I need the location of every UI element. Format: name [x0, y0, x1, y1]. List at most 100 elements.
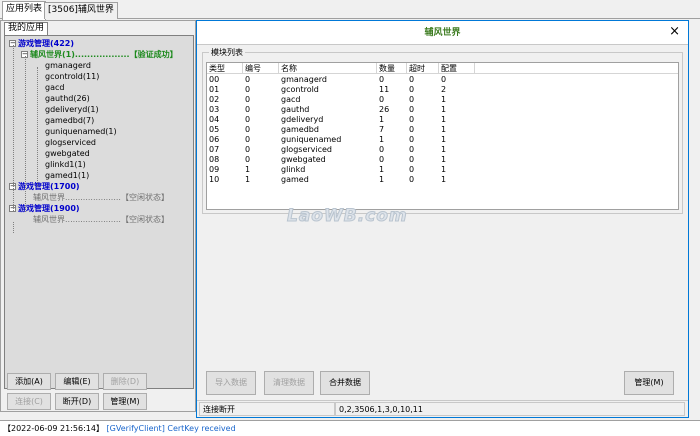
module-cell: 0 [379, 75, 385, 84]
panel-header: 辅风世界 × [197, 21, 688, 45]
module-cell: 7 [379, 125, 385, 134]
tree-module-node[interactable]: gacd [45, 82, 64, 93]
disconnect-button[interactable]: 断开(D) [55, 393, 99, 410]
module-row[interactable]: 05 0 gamedbd 7 0 1 [207, 125, 678, 135]
module-row[interactable]: 08 0 gwebgated 0 0 1 [207, 155, 678, 165]
edit-button[interactable]: 编辑(E) [55, 373, 99, 390]
column-header[interactable]: 类型 [207, 63, 243, 74]
column-header[interactable]: 编号 [243, 63, 279, 74]
import-data-button[interactable]: 导入数据 [206, 371, 256, 395]
module-cell: 0 [409, 175, 415, 184]
log-bar: 【2022-06-09 21:56:14】 [GVerifyClient] Ce… [0, 420, 700, 436]
module-row[interactable]: 09 1 glinkd 1 0 1 [207, 165, 678, 175]
module-cell: 0 [409, 115, 415, 124]
tree-module-node[interactable]: gcontrold(11) [45, 71, 99, 82]
panel-manage-button[interactable]: 管理(M) [624, 371, 674, 395]
module-list-group: 模块列表 类型 编号 名称 数量 超时 配置 00 0 gmanagerd 0 0 0 01 0 gcon… [202, 47, 683, 214]
add-button[interactable]: 添加(A) [7, 373, 51, 390]
merge-data-button[interactable]: 合并数据 [320, 371, 370, 395]
tree-node-label: 辅风世界......................【空闲状态】 [33, 193, 169, 202]
module-cell: glogserviced [281, 145, 333, 154]
tree-module-node[interactable]: guniquenamed(1) [45, 126, 117, 137]
tree-node-label: gdeliveryd(1) [45, 105, 99, 114]
connect-button[interactable]: 连接(C) [7, 393, 51, 410]
module-cell: 10 [209, 175, 220, 184]
tree-module-node[interactable]: glinkd1(1) [45, 159, 86, 170]
tree-node-label: glinkd1(1) [45, 160, 86, 169]
tree-group-node[interactable]: − 游戏管理(1900) [9, 203, 80, 214]
module-cell: 1 [441, 165, 447, 174]
clear-data-button[interactable]: 清理数据 [264, 371, 314, 395]
module-row[interactable]: 04 0 gdeliveryd 1 0 1 [207, 115, 678, 125]
tree-node-label: gcontrold(11) [45, 72, 100, 81]
module-cell: 0 [409, 75, 415, 84]
tree-group-node[interactable]: − 游戏管理(1700) [9, 181, 80, 192]
tree-server-node[interactable]: − 辅风世界(1)..................【验证成功】 [21, 49, 178, 60]
column-header[interactable]: 配置 [439, 63, 475, 74]
module-cell: 1 [441, 145, 447, 154]
watermark-logo: LaoWB.com [287, 206, 408, 227]
module-cell: 26 [379, 105, 390, 114]
left-pane: 我的应用 − 游戏管理(422) − 辅风世界(1).................… [0, 20, 196, 412]
module-cell: 0 [245, 105, 251, 114]
module-cell: 0 [409, 95, 415, 104]
tree-node-label: 辅风世界(1)..................【验证成功】 [30, 50, 178, 59]
module-row[interactable]: 10 1 gamed 1 0 1 [207, 175, 678, 185]
tree-module-node[interactable]: gwebgated [45, 148, 90, 159]
tree-node-label: 游戏管理(1700) [18, 182, 80, 191]
column-header[interactable]: 数量 [377, 63, 407, 74]
module-cell: 05 [209, 125, 220, 134]
connection-status: 连接断开 [199, 402, 335, 416]
tree-group-node[interactable]: − 游戏管理(422) [9, 38, 74, 49]
top-tab-strip: 应用列表 [3506]辅风世界 [0, 0, 700, 20]
module-row[interactable]: 07 0 glogserviced 0 0 1 [207, 145, 678, 155]
module-cell: 1 [441, 155, 447, 164]
module-cell: 0 [409, 105, 415, 114]
tree-connector [13, 45, 14, 199]
module-cell: 07 [209, 145, 220, 154]
tree-module-node[interactable]: gauthd(26) [45, 93, 90, 104]
tree-node-label: glogserviced [45, 138, 97, 147]
right-pane: 辅风世界 × 模块列表 类型 编号 名称 数量 超时 配置 00 0 gmanagerd 0 0 0… [196, 20, 689, 418]
module-cell: 0 [409, 125, 415, 134]
module-row[interactable]: 01 0 gcontrold 11 0 2 [207, 85, 678, 95]
module-list[interactable]: 类型 编号 名称 数量 超时 配置 00 0 gmanagerd 0 0 0 01 0 gcontrold… [206, 62, 679, 210]
tree-server-node[interactable]: 辅风世界......................【空闲状态】 [33, 214, 169, 225]
tree-module-node[interactable]: gamed1(1) [45, 170, 89, 181]
module-cell: 0 [409, 85, 415, 94]
module-cell: 0 [409, 135, 415, 144]
module-cell: 1 [441, 125, 447, 134]
app-tree[interactable]: − 游戏管理(422) − 辅风世界(1)..................【验证成… [4, 35, 194, 389]
delete-button[interactable]: 删除(D) [103, 373, 147, 390]
tab-my-apps[interactable]: 我的应用 [4, 22, 49, 35]
tree-module-node[interactable]: gdeliveryd(1) [45, 104, 99, 115]
module-cell: 0 [245, 125, 251, 134]
module-cell: 00 [209, 75, 220, 84]
tab-app-list[interactable]: 应用列表 [2, 1, 47, 20]
module-row[interactable]: 06 0 guniquenamed 1 0 1 [207, 135, 678, 145]
tree-module-node[interactable]: gamedbd(7) [45, 115, 94, 126]
tree-module-node[interactable]: gmanagerd [45, 60, 91, 71]
module-cell: gwebgated [281, 155, 326, 164]
tree-server-node[interactable]: 辅风世界......................【空闲状态】 [33, 192, 169, 203]
module-row[interactable]: 02 0 gacd 0 0 1 [207, 95, 678, 105]
log-time: 【2022-06-09 21:56:14】 [3, 424, 104, 433]
module-cell: 0 [409, 145, 415, 154]
module-cell: guniquenamed [281, 135, 342, 144]
tree-module-node[interactable]: glogserviced [45, 137, 96, 148]
tree-connector [37, 67, 38, 187]
module-row[interactable]: 00 0 gmanagerd 0 0 0 [207, 75, 678, 85]
module-row[interactable]: 03 0 gauthd 26 0 1 [207, 105, 678, 115]
module-cell: 0 [379, 95, 385, 104]
column-header[interactable]: 超时 [407, 63, 439, 74]
module-cell: 1 [441, 175, 447, 184]
module-cell: glinkd [281, 165, 306, 174]
column-header[interactable]: 名称 [279, 63, 377, 74]
close-icon[interactable]: × [669, 24, 680, 40]
tab-game-world[interactable]: [3506]辅风世界 [44, 2, 118, 19]
manage-button[interactable]: 管理(M) [103, 393, 147, 410]
log-message: CertKey received [167, 424, 236, 433]
module-cell: gmanagerd [281, 75, 327, 84]
module-cell: 0 [245, 155, 251, 164]
module-cell: 1 [441, 135, 447, 144]
